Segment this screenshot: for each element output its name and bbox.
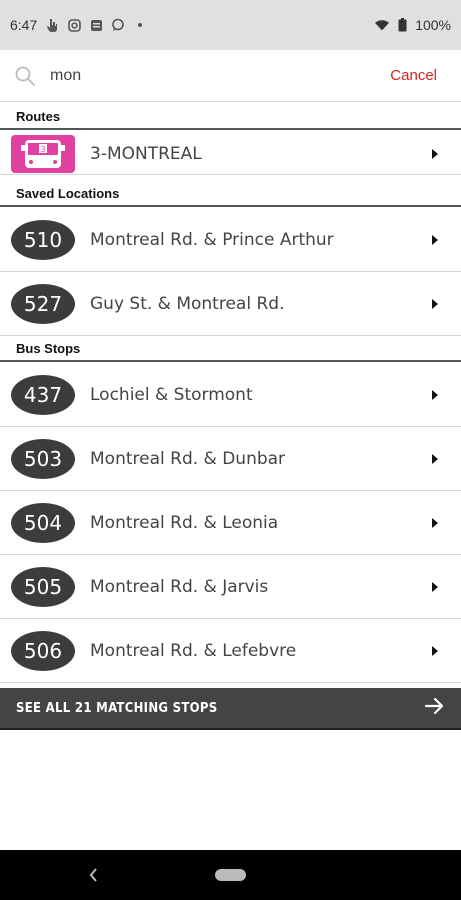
see-all-stops-button[interactable]: SEE ALL 21 MATCHING STOPS — [0, 688, 461, 730]
bus-stop-row[interactable]: 506 Montreal Rd. & Lefebvre — [0, 619, 461, 683]
chevron-right-icon — [423, 453, 447, 464]
status-time: 6:47 — [10, 17, 38, 33]
stop-number-badge: 505 — [11, 566, 75, 607]
route-row[interactable]: 3 3-MONTREAL — [0, 133, 461, 175]
section-title: Routes — [16, 108, 61, 124]
bus-stop-row[interactable]: 504 Montreal Rd. & Leonia — [0, 491, 461, 555]
search-icon — [14, 65, 36, 87]
chevron-right-icon — [423, 298, 447, 309]
section-title: Saved Locations — [16, 185, 120, 201]
instagram-icon — [67, 18, 81, 32]
stop-label: Montreal Rd. & Prince Arthur — [90, 229, 334, 250]
stop-number-badge: 510 — [11, 219, 75, 260]
bus-stop-row[interactable]: 437 Lochiel & Stormont — [0, 363, 461, 427]
home-pill-icon[interactable] — [215, 869, 246, 881]
bus-stop-row[interactable]: 503 Montreal Rd. & Dunbar — [0, 427, 461, 491]
section-header-bus-stops: Bus Stops — [0, 336, 461, 362]
system-nav-bar — [0, 850, 461, 900]
chevron-right-icon — [423, 148, 447, 159]
status-bar: 6:47 100% — [0, 0, 461, 50]
arrow-right-icon — [424, 697, 445, 720]
stop-number-badge: 527 — [11, 283, 75, 324]
stop-label: Montreal Rd. & Jarvis — [90, 576, 269, 597]
battery-icon — [395, 18, 409, 32]
stop-label: Montreal Rd. & Dunbar — [90, 448, 286, 469]
stop-label: Montreal Rd. & Lefebvre — [90, 640, 297, 661]
route-label: 3-MONTREAL — [90, 143, 202, 164]
chat-bubble-icon — [111, 18, 125, 32]
wifi-icon — [375, 18, 390, 32]
chevron-right-icon — [423, 389, 447, 400]
stop-label: Guy St. & Montreal Rd. — [90, 293, 285, 314]
back-icon[interactable] — [88, 867, 98, 888]
stop-label: Lochiel & Stormont — [90, 384, 253, 405]
chevron-right-icon — [423, 645, 447, 656]
route-badge-number: 3 — [40, 145, 45, 154]
stop-label: Montreal Rd. & Leonia — [90, 512, 279, 533]
calendar-app-icon — [89, 18, 103, 32]
section-header-saved-locations: Saved Locations — [0, 181, 461, 207]
saved-location-row[interactable]: 510 Montreal Rd. & Prince Arthur — [0, 208, 461, 272]
notification-dot-icon — [133, 18, 147, 32]
saved-location-row[interactable]: 527 Guy St. & Montreal Rd. — [0, 272, 461, 336]
section-header-routes: Routes — [0, 104, 461, 130]
bus-route-icon: 3 — [11, 134, 75, 173]
bus-stop-row[interactable]: 505 Montreal Rd. & Jarvis — [0, 555, 461, 619]
stop-number-badge: 506 — [11, 630, 75, 671]
section-title: Bus Stops — [16, 340, 81, 356]
search-input[interactable] — [50, 60, 391, 91]
stop-number-badge: 503 — [11, 438, 75, 479]
see-all-label: SEE ALL 21 MATCHING STOPS — [16, 700, 218, 716]
battery-percent: 100% — [415, 17, 451, 33]
touch-icon — [45, 18, 59, 32]
search-bar: Cancel — [0, 50, 461, 102]
stop-number-badge: 437 — [11, 374, 75, 415]
chevron-right-icon — [423, 234, 447, 245]
cancel-button[interactable]: Cancel — [390, 67, 437, 84]
chevron-right-icon — [423, 517, 447, 528]
chevron-right-icon — [423, 581, 447, 592]
stop-number-badge: 504 — [11, 502, 75, 543]
